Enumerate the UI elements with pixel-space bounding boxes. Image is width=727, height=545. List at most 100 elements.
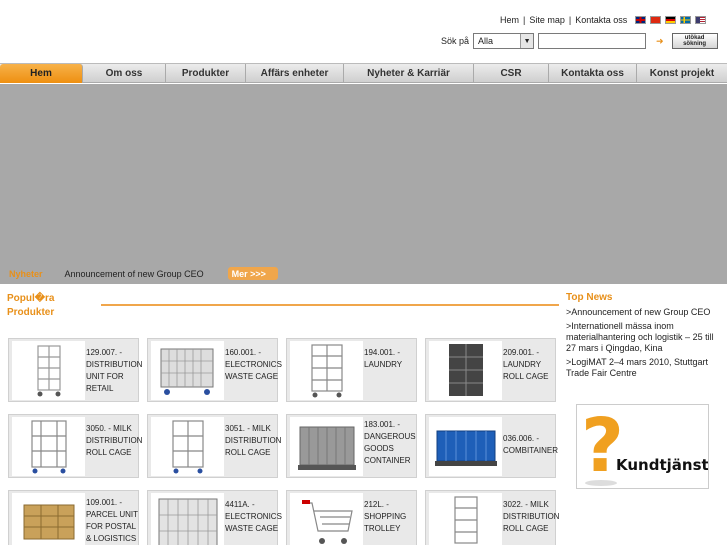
search-input[interactable] — [538, 33, 647, 49]
news-item[interactable]: >LogiMAT 2–4 mars 2010, Stuttgart Trade … — [566, 357, 724, 379]
germany-flag-icon[interactable] — [665, 16, 677, 24]
product-card[interactable]: 183.001. - DANGEROUS GOODS CONTAINER — [286, 414, 417, 478]
top-links: Hem | Site map | Kontakta oss — [500, 14, 707, 26]
top-link-contact[interactable]: Kontakta oss — [575, 15, 627, 25]
chevron-down-icon[interactable]: ▼ — [520, 34, 534, 48]
trolley-icon — [290, 493, 363, 545]
search-bar: Sök på Alla ▼ ➜ utökad sökning — [441, 33, 718, 49]
language-flags — [635, 16, 707, 24]
product-label: 109.001. - PARCEL UNIT FOR POSTAL & LOGIS… — [86, 497, 142, 545]
divider — [101, 304, 559, 306]
svg-text:?: ? — [581, 405, 624, 489]
product-code: 209.001. - — [503, 348, 540, 357]
product-label: 160.001. - ELECTRONICS WASTE CAGE — [225, 347, 282, 383]
product-card[interactable]: 036.006. - COMBITAINER — [425, 414, 559, 478]
product-card[interactable]: 3050. - MILK DISTRIBUTION ROLL CAGE — [8, 414, 143, 478]
product-label: 3051. - MILK DISTRIBUTION ROLL CAGE — [225, 423, 281, 459]
product-name: LAUNDRY ROLL CAGE — [503, 360, 549, 381]
search-scope-select[interactable]: Alla ▼ — [473, 33, 535, 49]
product-code: 183.001. - — [364, 420, 401, 429]
nav-item-csr[interactable]: CSR — [474, 64, 549, 83]
top-news: Top News >Announcement of new Group CEO … — [566, 292, 724, 382]
separator: | — [523, 15, 526, 25]
advanced-search-button[interactable]: utökad sökning — [671, 33, 718, 49]
product-code: 160.001. - — [225, 348, 262, 357]
nav-item-produkter[interactable]: Produkter — [166, 64, 246, 83]
product-name: ELECTRONICS WASTE CAGE — [225, 512, 282, 533]
nav-item-kontakta-oss[interactable]: Kontakta oss — [549, 64, 637, 83]
nav-item-hem[interactable]: Hem — [0, 64, 83, 83]
product-code: 212L. - — [364, 500, 389, 509]
ticker-text[interactable]: Announcement of new Group CEO — [65, 269, 204, 279]
product-label: 3022. - MILK DISTRIBUTION ROLL CAGE — [503, 499, 559, 535]
product-code: 4411A. - — [225, 500, 255, 509]
top-link-sitemap[interactable]: Site map — [529, 15, 565, 25]
product-label: 4411A. - ELECTRONICS WASTE CAGE — [225, 499, 282, 535]
product-code: 3051. - MILK — [225, 424, 271, 433]
news-ticker: Nyheter Announcement of new Group CEO Me… — [0, 263, 727, 284]
kundtjanst-label: Kundtjänst — [616, 456, 709, 474]
popular-products-title: Popul�ra Produkter — [7, 293, 55, 318]
milk-cage-icon — [151, 417, 224, 476]
product-label: 183.001. - DANGEROUS GOODS CONTAINER — [364, 419, 420, 467]
product-label: 036.006. - COMBITAINER — [503, 433, 559, 457]
product-card[interactable]: 4411A. - ELECTRONICS WASTE CAGE — [147, 490, 282, 545]
product-code: 3022. - MILK — [503, 500, 549, 509]
kundtjanst-banner[interactable]: ? Kundtjänst — [576, 404, 709, 489]
mesh-cage-icon — [151, 341, 224, 400]
product-card[interactable]: 209.001. - LAUNDRY ROLL CAGE — [425, 338, 556, 402]
product-card[interactable]: 3051. - MILK DISTRIBUTION ROLL CAGE — [147, 414, 281, 478]
page: Hem | Site map | Kontakta oss Sök på All… — [0, 0, 727, 545]
product-card[interactable]: 3022. - MILK DISTRIBUTION ROLL CAGE — [425, 490, 559, 545]
roll-cage-icon — [429, 493, 502, 545]
search-go-arrow-icon[interactable]: ➜ — [656, 36, 664, 47]
product-name: PARCEL UNIT FOR POSTAL & LOGISTICS — [86, 510, 138, 543]
product-card[interactable]: 194.001. - LAUNDRY — [286, 338, 417, 402]
nav-item-affars-enheter[interactable]: Affärs enheter — [246, 64, 344, 83]
container-icon — [290, 417, 363, 476]
news-item[interactable]: >Announcement of new Group CEO — [566, 307, 724, 318]
separator: | — [568, 15, 572, 25]
product-card[interactable]: 109.001. - PARCEL UNIT FOR POSTAL & LOGIS… — [8, 490, 139, 545]
product-name: SHOPPING TROLLEY — [364, 512, 407, 533]
product-card[interactable]: 160.001. - ELECTRONICS WASTE CAGE — [147, 338, 282, 402]
news-item[interactable]: >Internationell mässa inom materialhante… — [566, 321, 724, 354]
nav-item-om-oss[interactable]: Om oss — [83, 64, 166, 83]
product-name: DISTRIBUTION ROLL CAGE — [86, 436, 143, 457]
usa-flag-icon[interactable] — [695, 16, 707, 24]
roll-cage-icon — [290, 341, 363, 400]
milk-cage-icon — [12, 417, 85, 476]
product-name: ELECTRONICS WASTE CAGE — [225, 360, 282, 381]
more-button[interactable]: Mer >>> — [227, 267, 278, 280]
main-nav: Hem Om oss Produkter Affärs enheter Nyhe… — [0, 63, 727, 83]
roll-cage-icon — [12, 341, 85, 400]
product-label: 212L. - SHOPPING TROLLEY — [364, 499, 420, 535]
product-label: 194.001. - LAUNDRY — [364, 347, 420, 371]
china-flag-icon[interactable] — [650, 16, 662, 24]
product-code: 3050. - MILK — [86, 424, 132, 433]
search-label: Sök på — [441, 36, 470, 46]
product-code: 129.007. - — [86, 348, 123, 357]
uk-flag-icon[interactable] — [635, 16, 647, 24]
top-link-home[interactable]: Hem — [500, 15, 519, 25]
nav-item-konst-projekt[interactable]: Konst projekt — [637, 64, 727, 83]
dark-cage-icon — [429, 341, 502, 400]
advanced-search-label-2: sökning — [683, 41, 707, 47]
product-name: DISTRIBUTION ROLL CAGE — [225, 436, 282, 457]
nav-item-nyheter-karriar[interactable]: Nyheter & Karriär — [344, 64, 474, 83]
product-card[interactable]: 129.007. - DISTRIBUTION UNIT FOR RETAIL — [8, 338, 143, 402]
sweden-flag-icon[interactable] — [680, 16, 692, 24]
mesh-cage-icon — [151, 493, 224, 545]
hero-banner — [0, 84, 727, 284]
product-name: DISTRIBUTION ROLL CAGE — [503, 512, 560, 533]
product-name: DISTRIBUTION UNIT FOR RETAIL — [86, 360, 143, 393]
product-name: DANGEROUS GOODS CONTAINER — [364, 432, 416, 465]
product-name: LAUNDRY — [364, 360, 403, 369]
product-name: COMBITAINER — [503, 446, 558, 455]
product-label: 209.001. - LAUNDRY ROLL CAGE — [503, 347, 559, 383]
product-code: 194.001. - — [364, 348, 401, 357]
ticker-label: Nyheter — [9, 268, 43, 279]
parcel-unit-icon — [12, 493, 85, 545]
product-card[interactable]: 212L. - SHOPPING TROLLEY — [286, 490, 417, 545]
top-news-title: Top News — [566, 292, 613, 303]
